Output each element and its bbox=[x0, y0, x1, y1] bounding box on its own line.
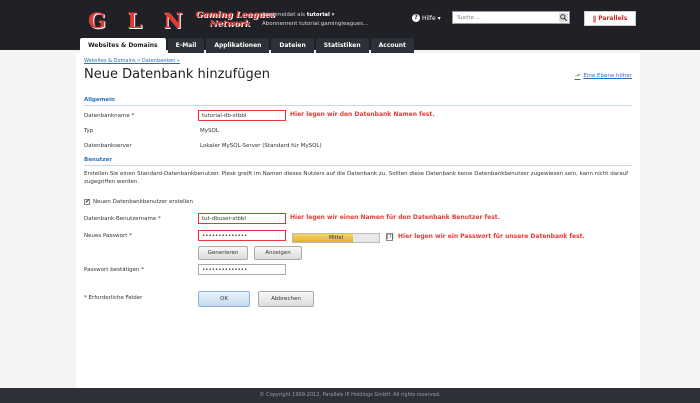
tab-applications[interactable]: Applikationen bbox=[206, 38, 270, 53]
main-content: Websites & Domains » Datenbanken » Neue … bbox=[76, 53, 640, 388]
section-divider bbox=[84, 105, 632, 106]
tab-websites-domains[interactable]: Websites & Domains bbox=[80, 38, 166, 53]
page-title: Neue Datenbank hinzufügen bbox=[84, 67, 270, 82]
search-input[interactable]: Suche ... bbox=[452, 11, 570, 24]
confirm-password-label: Passwort bestätigen * bbox=[84, 267, 145, 273]
up-level-icon: ⬏ bbox=[574, 72, 581, 80]
generate-password-button[interactable]: Generieren bbox=[198, 246, 248, 260]
checkbox-checked-icon[interactable] bbox=[84, 198, 90, 205]
account-info: Angemeldet als tutorial ▾ Abonnement tut… bbox=[262, 12, 369, 27]
tab-statistics[interactable]: Statistiken bbox=[315, 38, 369, 53]
type-value: MySQL bbox=[200, 128, 219, 134]
db-username-label: Datenbank-Benutzername * bbox=[84, 216, 161, 222]
section-general-heading: Allgemein bbox=[84, 97, 115, 103]
help-icon: ? bbox=[412, 14, 420, 22]
section-divider bbox=[84, 165, 632, 166]
tab-email[interactable]: E-Mail bbox=[167, 38, 205, 53]
search-icon[interactable] bbox=[559, 13, 568, 22]
section-users-heading: Benutzer bbox=[84, 157, 113, 163]
db-server-value: Lokaler MySQL-Server (Standard für MySQL… bbox=[200, 143, 322, 149]
type-label: Typ bbox=[84, 128, 94, 134]
subscription-selector[interactable]: tutorial.gamingleagues... bbox=[299, 21, 368, 27]
db-username-annotation: Hier legen wir einen Namen für den Daten… bbox=[290, 214, 500, 221]
help-menu[interactable]: ? Hilfe ▾ bbox=[412, 14, 441, 22]
logo-letters: G L N bbox=[88, 7, 190, 33]
top-header: G L N Gaming Leagues Network Angemeldet … bbox=[0, 0, 700, 53]
cancel-button[interactable]: Abbrechen bbox=[258, 291, 314, 307]
parallels-mark-icon: ∥ bbox=[592, 14, 597, 23]
users-description: Erstellen Sie einen Standard-Datenbankbe… bbox=[84, 171, 629, 185]
db-name-annotation: Hier legen wir den Datenbank Namen fest. bbox=[290, 111, 435, 118]
db-username-input[interactable]: tut-dbuser-stbbl bbox=[198, 213, 286, 224]
show-password-button[interactable]: Anzeigen bbox=[254, 246, 302, 260]
parallels-logo: ∥ Parallels bbox=[584, 11, 636, 26]
password-strength-label: Mittel bbox=[328, 235, 344, 241]
ok-button[interactable]: OK bbox=[198, 291, 250, 307]
new-password-input[interactable]: •••••••••••••• bbox=[198, 230, 286, 241]
create-db-user-checkbox[interactable]: Neuen Datenbankbenutzer erstellen bbox=[84, 198, 193, 205]
up-level-link[interactable]: ⬏ Eine Ebene höher bbox=[575, 72, 632, 80]
db-name-label: Datenbankname * bbox=[84, 113, 135, 119]
db-name-input[interactable]: tutorial-db-stbbl bbox=[198, 110, 286, 121]
db-server-label: Datenbankserver bbox=[84, 143, 132, 149]
password-strength-meter: Mittel bbox=[292, 233, 380, 243]
logged-in-user[interactable]: tutorial bbox=[307, 12, 330, 18]
site-logo[interactable]: G L N Gaming Leagues Network bbox=[88, 6, 275, 34]
tab-files[interactable]: Dateien bbox=[271, 38, 314, 53]
page-footer: © Copyright 1999-2012, Parallels IP Hold… bbox=[0, 388, 700, 403]
main-tabs: Websites & Domains E-Mail Applikationen … bbox=[80, 38, 414, 53]
new-password-label: Neues Passwort * bbox=[84, 233, 132, 239]
password-strength-help[interactable]: [?] bbox=[386, 233, 394, 241]
confirm-password-input[interactable]: •••••••••••••• bbox=[198, 264, 286, 275]
tab-account[interactable]: Account bbox=[370, 38, 414, 53]
required-fields-note: * Erforderliche Felder bbox=[84, 295, 143, 301]
password-annotation: Hier legen wir ein Passwort für unsere D… bbox=[398, 233, 585, 240]
breadcrumb[interactable]: Websites & Domains » Datenbanken » bbox=[84, 58, 180, 64]
